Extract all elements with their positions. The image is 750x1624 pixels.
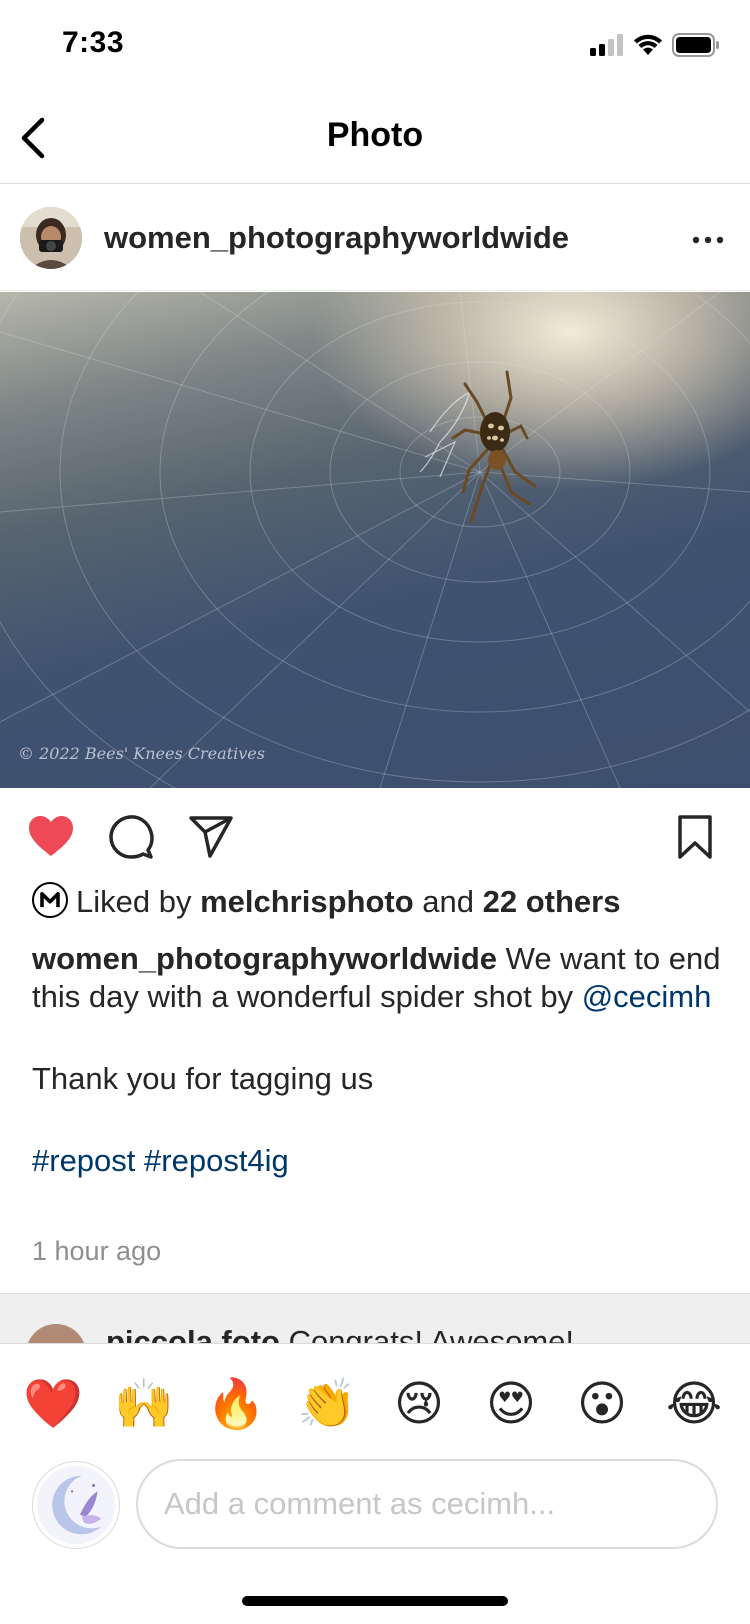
post-caption: women_photographyworldwide We want to en… — [32, 940, 722, 1180]
comment-composer: ❤️ 🙌 🔥 👏 😢 😍 😮 😂 — [0, 1343, 750, 1624]
emoji-heart-button[interactable]: ❤️ — [23, 1374, 83, 1434]
wifi-icon — [634, 34, 662, 55]
emoji-crying-button[interactable]: 😢 — [389, 1374, 449, 1434]
emoji-raising-hands-button[interactable]: 🙌 — [114, 1374, 174, 1434]
status-bar: 7:33 — [0, 0, 750, 90]
caption-mention[interactable]: @cecimh — [582, 979, 712, 1014]
caption-thanks: Thank you for tagging us — [32, 1061, 374, 1096]
cellular-signal-icon — [590, 34, 623, 56]
post-header: women_photographyworldwide — [0, 185, 750, 291]
page-title: Photo — [326, 116, 424, 154]
author-avatar-image — [20, 207, 82, 269]
photo-watermark: © 2022 Bees' Knees Creatives — [18, 744, 265, 763]
like-heart-icon[interactable] — [26, 812, 76, 862]
more-options-icon[interactable] — [688, 225, 728, 255]
author-avatar[interactable] — [20, 207, 82, 269]
emoji-surprised-button[interactable]: 😮 — [572, 1374, 632, 1434]
caption-hashtags: #repost #repost4ig — [32, 1142, 722, 1180]
spider-web-image — [0, 292, 750, 788]
comment-text-line: piccola.foto Congrats! Awesome! — [106, 1324, 574, 1343]
share-send-icon[interactable] — [186, 812, 236, 862]
author-username[interactable]: women_photographyworldwide — [104, 220, 569, 256]
commenter-username[interactable]: piccola.foto — [106, 1324, 280, 1343]
liked-by-others-count[interactable]: 22 others — [483, 884, 621, 919]
post-actions — [0, 790, 750, 880]
post-photo[interactable]: © 2022 Bees' Knees Creatives — [0, 292, 750, 788]
emoji-heart-eyes-button[interactable]: 😍 — [481, 1374, 541, 1434]
quick-emoji-row: ❤️ 🙌 🔥 👏 😢 😍 😮 😂 — [0, 1374, 750, 1434]
comment-input[interactable] — [136, 1459, 718, 1549]
liked-by-and: and — [413, 884, 483, 919]
save-bookmark-icon[interactable] — [670, 812, 720, 862]
caption-username[interactable]: women_photographyworldwide — [32, 941, 497, 976]
navigation-bar: Photo — [0, 92, 750, 184]
comment-text: Congrats! Awesome! — [279, 1324, 575, 1343]
status-time: 7:33 — [62, 26, 125, 59]
emoji-clapping-button[interactable]: 👏 — [297, 1374, 357, 1434]
hashtag-repost[interactable]: #repost — [32, 1143, 135, 1178]
commenter-avatar — [26, 1324, 86, 1343]
home-indicator[interactable] — [242, 1596, 508, 1606]
battery-icon — [672, 33, 719, 57]
liker-avatar — [32, 881, 68, 918]
app-screen: 7:33 Photo women_photographyworldwide © … — [0, 0, 750, 1624]
liked-by-username[interactable]: melchrisphoto — [200, 884, 414, 919]
likes-summary[interactable]: Liked by melchrisphoto and 22 others — [32, 881, 621, 928]
emoji-laughing-button[interactable]: 😂 — [664, 1374, 724, 1434]
hashtag-repost4ig[interactable]: #repost4ig — [144, 1143, 289, 1178]
liked-by-prefix: Liked by — [76, 884, 201, 919]
caption-main: women_photographyworldwide We want to en… — [32, 940, 722, 1016]
current-user-avatar — [32, 1461, 120, 1549]
comment-bubble-icon[interactable] — [106, 812, 156, 862]
comment-preview[interactable]: piccola.foto Congrats! Awesome! — [0, 1293, 750, 1343]
emoji-fire-button[interactable]: 🔥 — [206, 1374, 266, 1434]
post-timestamp: 1 hour ago — [32, 1236, 162, 1266]
